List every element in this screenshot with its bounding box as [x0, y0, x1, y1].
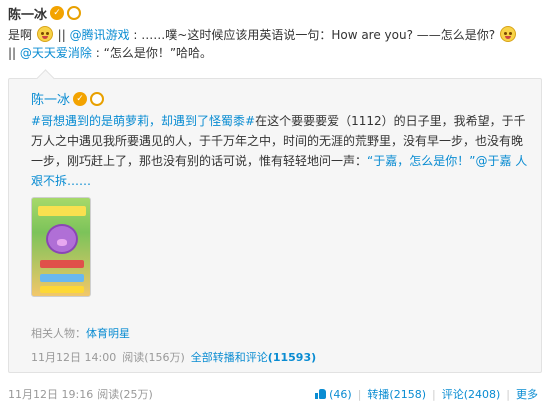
post-author-row: 陈一冰 ✓ — [8, 4, 82, 23]
post-text: 是啊 || @腾讯游戏 : ……噗~这时候应该用英语说一句：How are yo… — [8, 26, 540, 62]
original-author-name[interactable]: 陈一冰 — [31, 89, 70, 108]
like-count[interactable]: (46) — [329, 388, 352, 401]
original-time[interactable]: 11月12日 14:00 — [31, 349, 116, 365]
purple-pig-character — [46, 224, 78, 254]
qq-badge-icon[interactable] — [67, 6, 82, 20]
all-reposts-count[interactable]: (11593) — [268, 351, 316, 364]
more-button[interactable]: 更多 — [516, 386, 538, 402]
action-divider: | — [506, 387, 510, 401]
game-score-bar — [40, 260, 84, 268]
repost-button[interactable]: 转播(2158) — [367, 386, 426, 402]
game-button-yellow — [40, 286, 84, 293]
related-label: 相关人物： — [31, 327, 86, 340]
post-separator-1: || — [57, 28, 70, 42]
post-reads: 阅读(25万) — [97, 388, 153, 401]
original-author-row: 陈一冰 ✓ — [31, 89, 105, 108]
mention-tencent-games[interactable]: @腾讯游戏 — [70, 28, 130, 42]
verified-badge-icon[interactable]: ✓ — [73, 91, 88, 106]
game-screenshot-thumbnail[interactable] — [31, 197, 91, 297]
original-post-text: #哥想遇到的是萌萝莉，却遇到了怪蜀黍#在这个要要要爱（1112）的日子里，我希望… — [31, 111, 531, 191]
all-reposts-link[interactable]: 全部转播和评论 — [191, 349, 268, 365]
verified-badge-icon[interactable]: ✓ — [50, 6, 65, 20]
qq-badge-icon[interactable] — [90, 91, 105, 106]
action-divider: | — [431, 387, 436, 401]
original-post-meta: 11月12日 14:00 阅读(156万) 全部转播和评论 (11593) — [31, 349, 316, 365]
post-time[interactable]: 11月12日 19:16 — [8, 386, 93, 402]
mention-yujia[interactable]: @于嘉 — [475, 154, 511, 168]
action-divider: | — [357, 387, 362, 401]
game-banner — [38, 206, 86, 216]
post-author-name[interactable]: 陈一冰 — [8, 4, 47, 23]
related-people: 相关人物：体育明星 — [31, 325, 130, 341]
original-reads: 阅读(156万) — [122, 351, 185, 364]
quote-text: “于嘉，怎么是你！” — [367, 154, 476, 168]
original-post-box: 陈一冰 ✓ #哥想遇到的是萌萝莉，却遇到了怪蜀黍#在这个要要要爱（1112）的日… — [8, 78, 542, 373]
post-separator-2: || — [8, 46, 20, 60]
topic-hashtag[interactable]: #哥想遇到的是萌萝莉，却遇到了怪蜀黍# — [31, 114, 255, 128]
post-text-prefix: 是啊 — [8, 28, 33, 42]
related-link-sports-stars[interactable]: 体育明星 — [86, 327, 130, 340]
game-button-blue — [40, 274, 84, 282]
laugh-face-emoji-icon — [499, 26, 516, 42]
comment-button[interactable]: 评论(2408) — [442, 386, 501, 402]
post-actions: (46) | 转播(2158) | 评论(2408) | 更多 — [315, 386, 538, 402]
shy-face-emoji-icon — [36, 26, 53, 42]
mention-tiantian-xiaochu[interactable]: @天天爱消除 — [20, 46, 92, 60]
post-text-1: : ……噗~这时候应该用英语说一句：How are you? ——怎么是你? — [133, 28, 496, 42]
post-text-2: : “怎么是你！”哈哈。 — [95, 46, 213, 60]
post-footer: 11月12日 19:16 阅读(25万) (46) | 转播(2158) | 评… — [8, 384, 542, 404]
like-icon[interactable] — [315, 389, 327, 399]
